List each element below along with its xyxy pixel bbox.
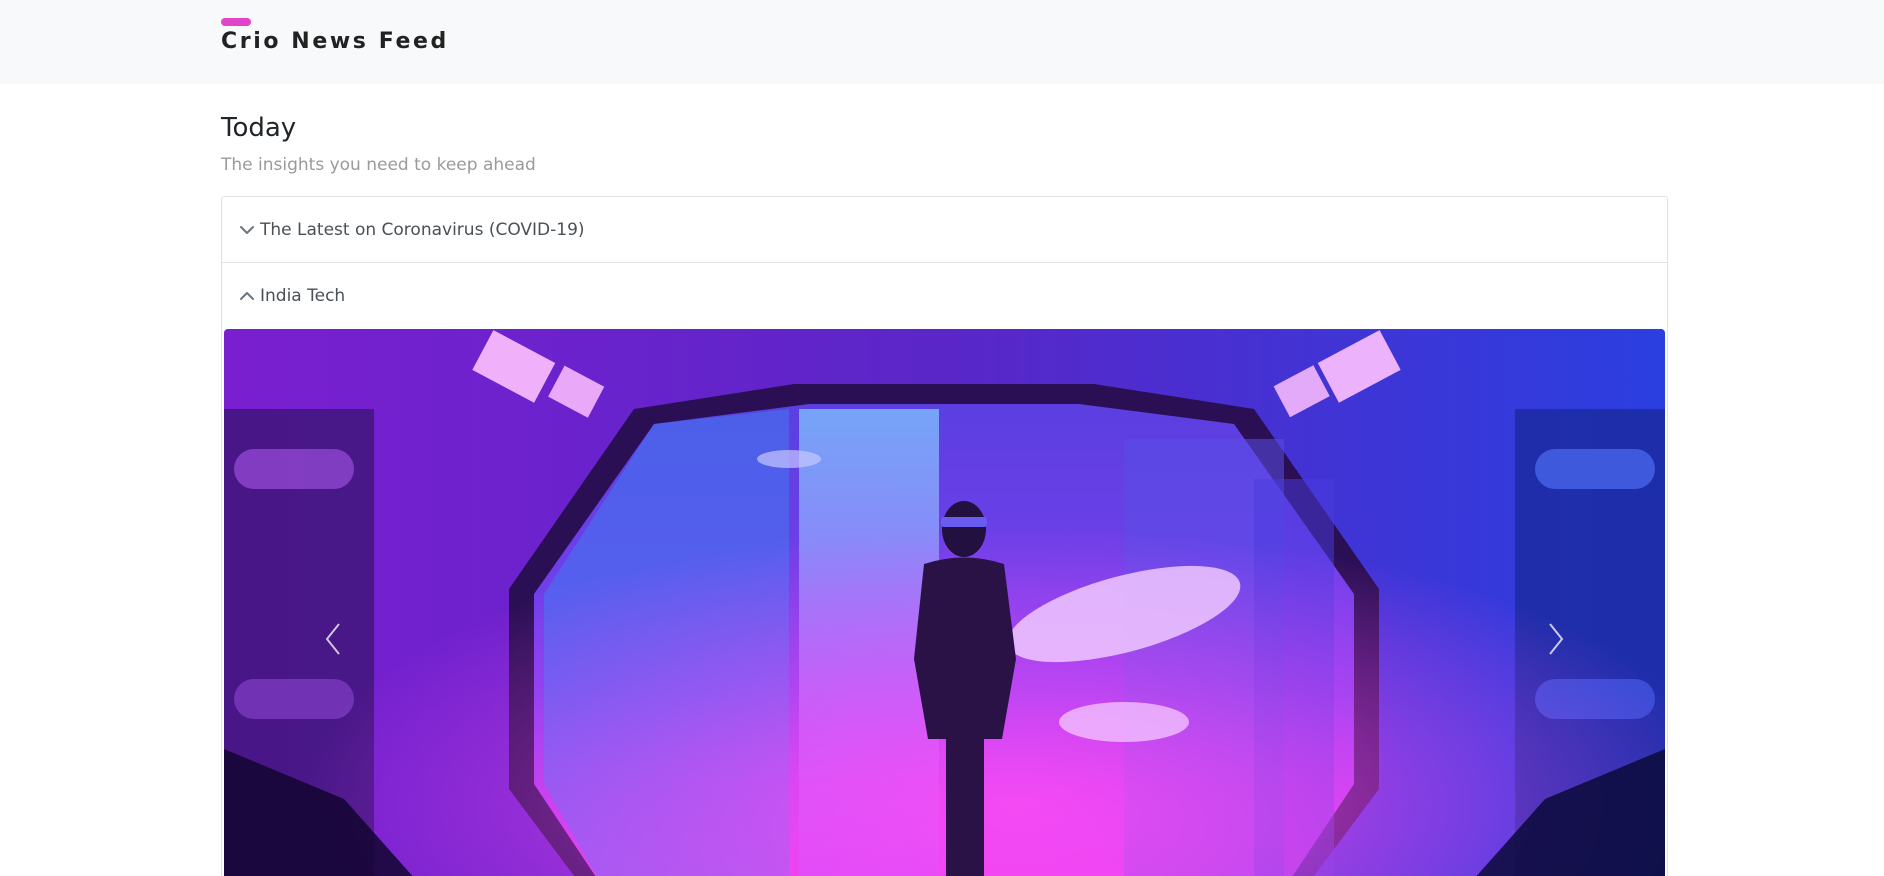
- chevron-down-icon: [240, 226, 254, 234]
- accordion-header-coronavirus[interactable]: The Latest on Coronavirus (COVID-19): [222, 197, 1667, 263]
- chevron-left-icon: [325, 623, 340, 655]
- chevron-up-icon: [240, 292, 254, 300]
- accordion-header-india-tech[interactable]: India Tech: [222, 263, 1667, 329]
- carousel-slide-image: [224, 329, 1665, 876]
- page-title: Today: [221, 113, 297, 143]
- carousel-next-button[interactable]: [1485, 549, 1665, 729]
- navbar: Crio News Feed: [0, 0, 1884, 84]
- brand-accent: [221, 18, 251, 26]
- news-carousel: [224, 329, 1665, 876]
- accordion-label: India Tech: [260, 286, 346, 306]
- news-accordion: The Latest on Coronavirus (COVID-19) Ind…: [221, 196, 1668, 876]
- accordion-item-coronavirus: The Latest on Coronavirus (COVID-19): [222, 197, 1667, 263]
- carousel-prev-button[interactable]: [224, 549, 404, 729]
- chevron-right-icon: [1549, 623, 1564, 655]
- accordion-item-india-tech: India Tech: [222, 263, 1667, 329]
- page-subtitle: The insights you need to keep ahead: [221, 155, 536, 175]
- brand-link[interactable]: Crio News Feed: [221, 28, 449, 56]
- accordion-label: The Latest on Coronavirus (COVID-19): [260, 220, 585, 240]
